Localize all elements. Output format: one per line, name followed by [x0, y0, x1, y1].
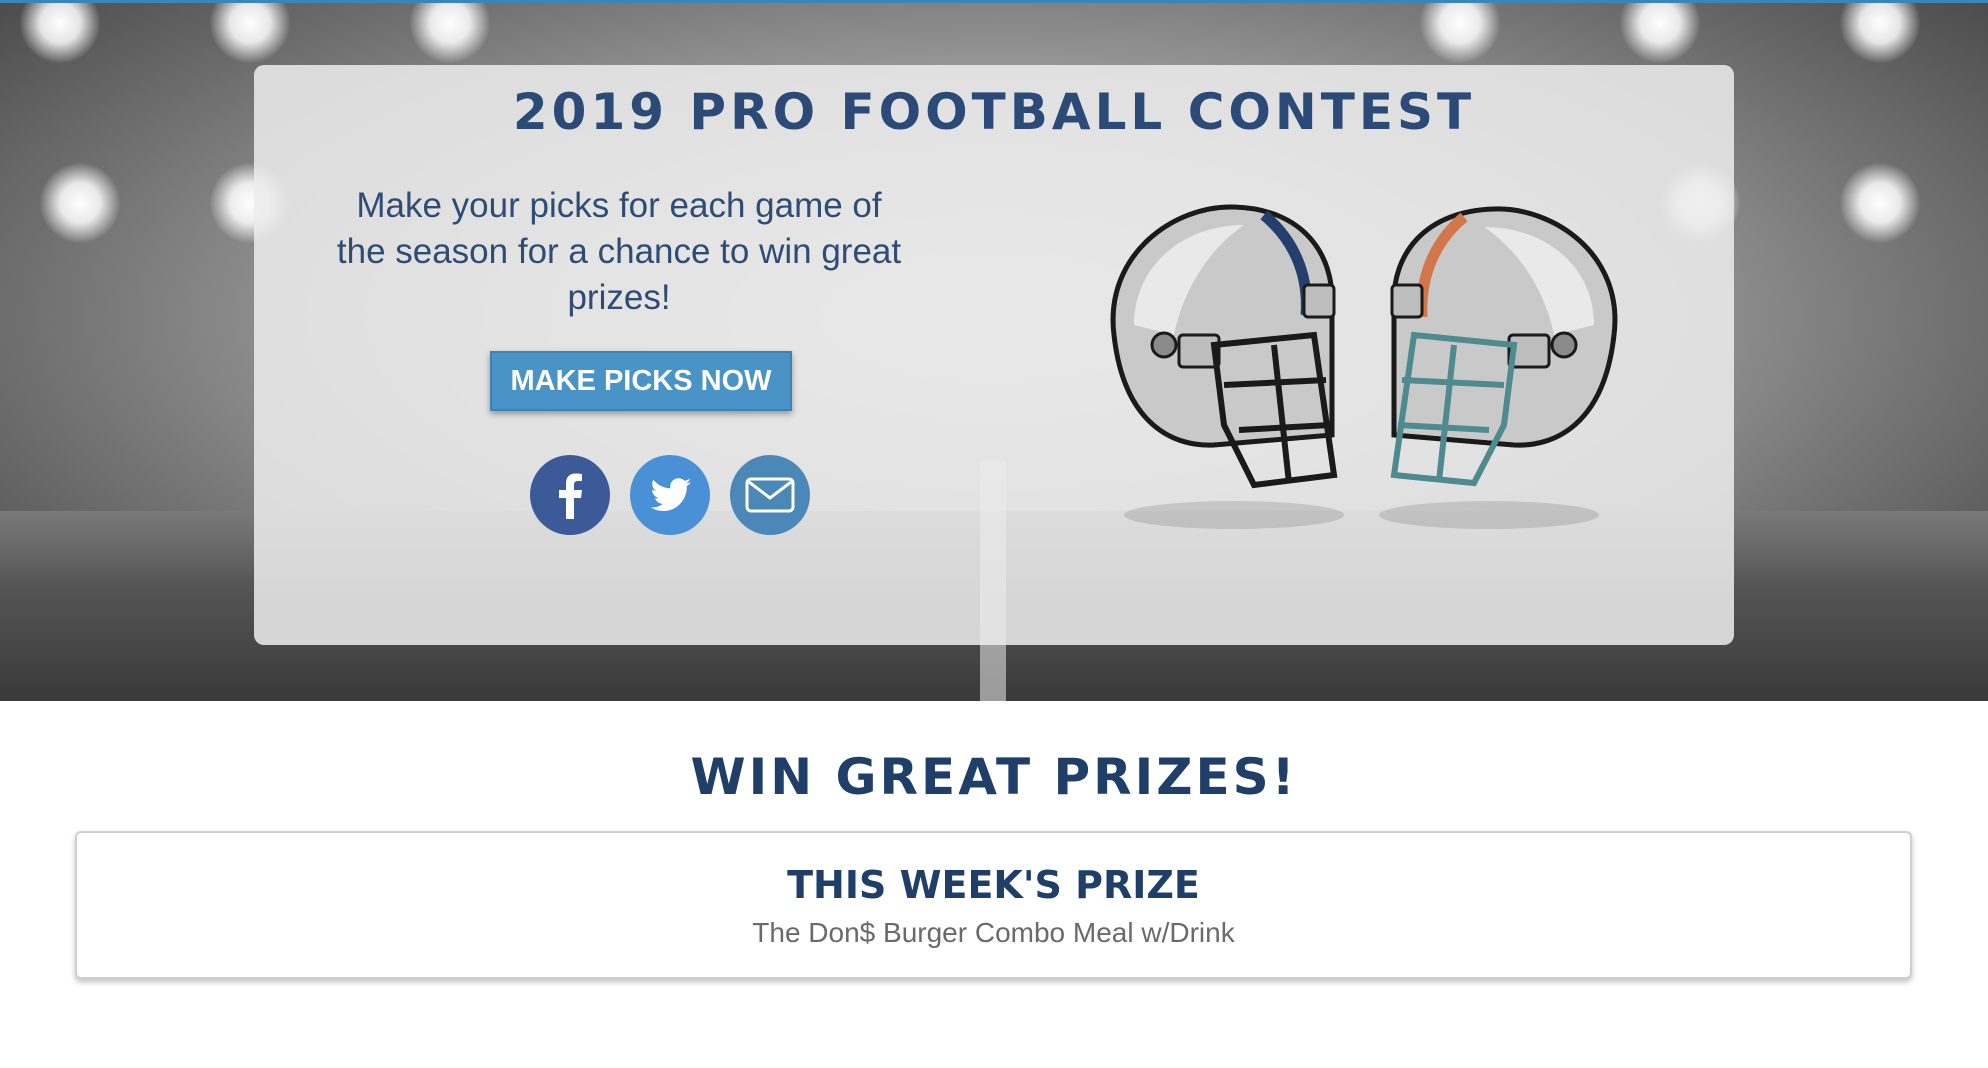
email-share-button[interactable]	[730, 455, 810, 535]
win-prizes-heading: WIN GREAT PRIZES!	[690, 748, 1298, 806]
contest-title: 2019 PRO FOOTBALL CONTEST	[512, 83, 1476, 141]
stadium-light	[1840, 3, 1920, 63]
facebook-icon	[530, 455, 610, 535]
stadium-light	[20, 3, 100, 63]
weekly-prize-heading: THIS WEEK'S PRIZE	[787, 863, 1200, 907]
twitter-icon	[630, 455, 710, 535]
envelope-icon	[730, 455, 810, 535]
contest-intro-text: Make your picks for each game of the sea…	[336, 186, 902, 317]
twitter-share-button[interactable]	[630, 455, 710, 535]
contest-card: 2019 PRO FOOTBALL CONTEST Make your pick…	[254, 65, 1734, 645]
weekly-prize-card: THIS WEEK'S PRIZE The Don$ Burger Combo …	[75, 831, 1912, 979]
stadium-light	[410, 3, 490, 63]
stadium-light	[210, 3, 290, 63]
stadium-light	[1420, 3, 1500, 63]
left-helmet	[1110, 204, 1338, 489]
right-helmet	[1390, 206, 1618, 487]
football-helmets-image	[1110, 204, 1618, 529]
stadium-light	[1620, 3, 1700, 63]
stadium-light	[1840, 163, 1920, 243]
stadium-light	[40, 163, 120, 243]
facebook-share-button[interactable]	[530, 455, 610, 535]
make-picks-button[interactable]: MAKE PICKS NOW	[490, 351, 792, 411]
weekly-prize-description: The Don$ Burger Combo Meal w/Drink	[752, 917, 1235, 948]
hero-banner: 2019 PRO FOOTBALL CONTEST Make your pick…	[0, 0, 1988, 701]
